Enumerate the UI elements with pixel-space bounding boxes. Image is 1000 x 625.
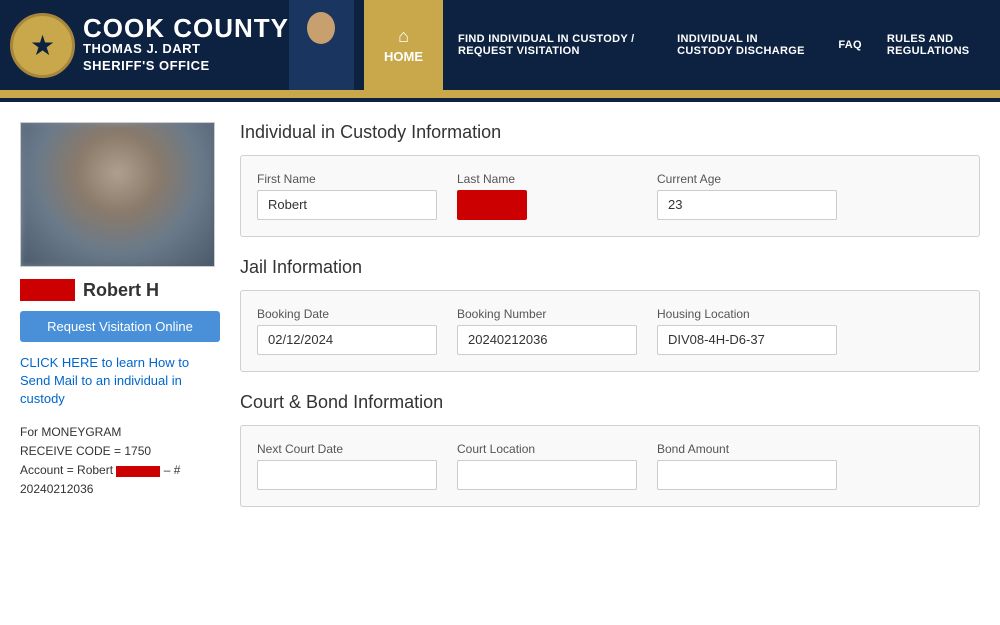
next-court-label: Next Court Date bbox=[257, 442, 437, 456]
jail-fields-row: Booking Date 02/12/2024 Booking Number 2… bbox=[257, 307, 963, 355]
person-name-row: Robert H bbox=[20, 279, 220, 301]
visitation-button[interactable]: Request Visitation Online bbox=[20, 311, 220, 342]
first-name-value: Robert bbox=[257, 190, 437, 220]
booking-date-group: Booking Date 02/12/2024 bbox=[257, 307, 437, 355]
nav-home[interactable]: ⌂ HOME bbox=[364, 0, 443, 90]
booking-date-value: 02/12/2024 bbox=[257, 325, 437, 355]
individual-section-title: Individual in Custody Information bbox=[240, 122, 980, 143]
sheriff-name: THOMAS J. DART SHERIFF'S OFFICE bbox=[83, 41, 289, 75]
housing-label: Housing Location bbox=[657, 307, 837, 321]
home-icon: ⌂ bbox=[398, 26, 409, 47]
sheriff-badge: ★ bbox=[10, 13, 75, 78]
first-name-group: First Name Robert bbox=[257, 172, 437, 220]
age-value: 23 bbox=[657, 190, 837, 220]
bond-amount-group: Bond Amount bbox=[657, 442, 837, 490]
individual-info-card: First Name Robert Last Name Current Age … bbox=[240, 155, 980, 237]
mugshot-blur bbox=[21, 123, 214, 266]
housing-group: Housing Location DIV08-4H-D6-37 bbox=[657, 307, 837, 355]
housing-value: DIV08-4H-D6-37 bbox=[657, 325, 837, 355]
last-name-label: Last Name bbox=[457, 172, 637, 186]
individual-fields-row: First Name Robert Last Name Current Age … bbox=[257, 172, 963, 220]
bond-amount-value bbox=[657, 460, 837, 490]
booking-number-group: Booking Number 20240212036 bbox=[457, 307, 637, 355]
booking-number-value: 20240212036 bbox=[457, 325, 637, 355]
last-name-redacted bbox=[457, 190, 527, 220]
court-location-value bbox=[457, 460, 637, 490]
gold-bar bbox=[0, 90, 1000, 98]
mugshot-photo bbox=[20, 122, 215, 267]
sheriff-photo bbox=[289, 0, 354, 90]
age-group: Current Age 23 bbox=[657, 172, 837, 220]
header-text: COOK COUNTY THOMAS J. DART SHERIFF'S OFF… bbox=[83, 15, 289, 75]
court-info-card: Next Court Date Court Location Bond Amou… bbox=[240, 425, 980, 507]
booking-number-label: Booking Number bbox=[457, 307, 637, 321]
moneygram-info: For MONEYGRAM RECEIVE CODE = 1750 Accoun… bbox=[20, 423, 220, 500]
last-name-group: Last Name bbox=[457, 172, 637, 220]
court-fields-row: Next Court Date Court Location Bond Amou… bbox=[257, 442, 963, 490]
court-location-label: Court Location bbox=[457, 442, 637, 456]
nav-faq[interactable]: FAQ bbox=[838, 39, 862, 51]
inline-redact: XXXXXX bbox=[116, 466, 160, 477]
nav-rules[interactable]: RULES AND REGULATIONS bbox=[887, 33, 985, 57]
next-court-value bbox=[257, 460, 437, 490]
age-label: Current Age bbox=[657, 172, 837, 186]
jail-info-card: Booking Date 02/12/2024 Booking Number 2… bbox=[240, 290, 980, 372]
logo-area: ★ COOK COUNTY THOMAS J. DART SHERIFF'S O… bbox=[0, 0, 364, 90]
nav-find-individual[interactable]: FIND INDIVIDUAL IN CUSTODY / REQUEST VIS… bbox=[458, 33, 652, 57]
name-redacted-box bbox=[20, 279, 75, 301]
mail-link[interactable]: CLICK HERE to learn How to Send Mail to … bbox=[20, 354, 220, 409]
nav-discharge[interactable]: INDIVIDUAL IN CUSTODY DISCHARGE bbox=[677, 33, 813, 57]
jail-section-title: Jail Information bbox=[240, 257, 980, 278]
court-section-title: Court & Bond Information bbox=[240, 392, 980, 413]
court-location-group: Court Location bbox=[457, 442, 637, 490]
star-icon: ★ bbox=[30, 29, 55, 62]
content-area: Individual in Custody Information First … bbox=[240, 122, 980, 527]
sidebar: Robert H Request Visitation Online CLICK… bbox=[20, 122, 220, 527]
person-svg bbox=[289, 0, 354, 90]
first-name-label: First Name bbox=[257, 172, 437, 186]
moneygram-line1: For MONEYGRAM bbox=[20, 423, 220, 442]
main-content: Robert H Request Visitation Online CLICK… bbox=[0, 102, 1000, 547]
main-nav: FIND INDIVIDUAL IN CUSTODY / REQUEST VIS… bbox=[443, 0, 1000, 90]
booking-date-label: Booking Date bbox=[257, 307, 437, 321]
moneygram-line2: RECEIVE CODE = 1750 bbox=[20, 442, 220, 461]
page-header: ★ COOK COUNTY THOMAS J. DART SHERIFF'S O… bbox=[0, 0, 1000, 90]
county-name: COOK COUNTY bbox=[83, 15, 289, 41]
home-link[interactable]: ⌂ HOME bbox=[384, 26, 423, 64]
moneygram-line3: Account = Robert XXXXXX – # 20240212036 bbox=[20, 461, 220, 499]
next-court-group: Next Court Date bbox=[257, 442, 437, 490]
person-display-name: Robert H bbox=[83, 280, 159, 301]
bond-amount-label: Bond Amount bbox=[657, 442, 837, 456]
